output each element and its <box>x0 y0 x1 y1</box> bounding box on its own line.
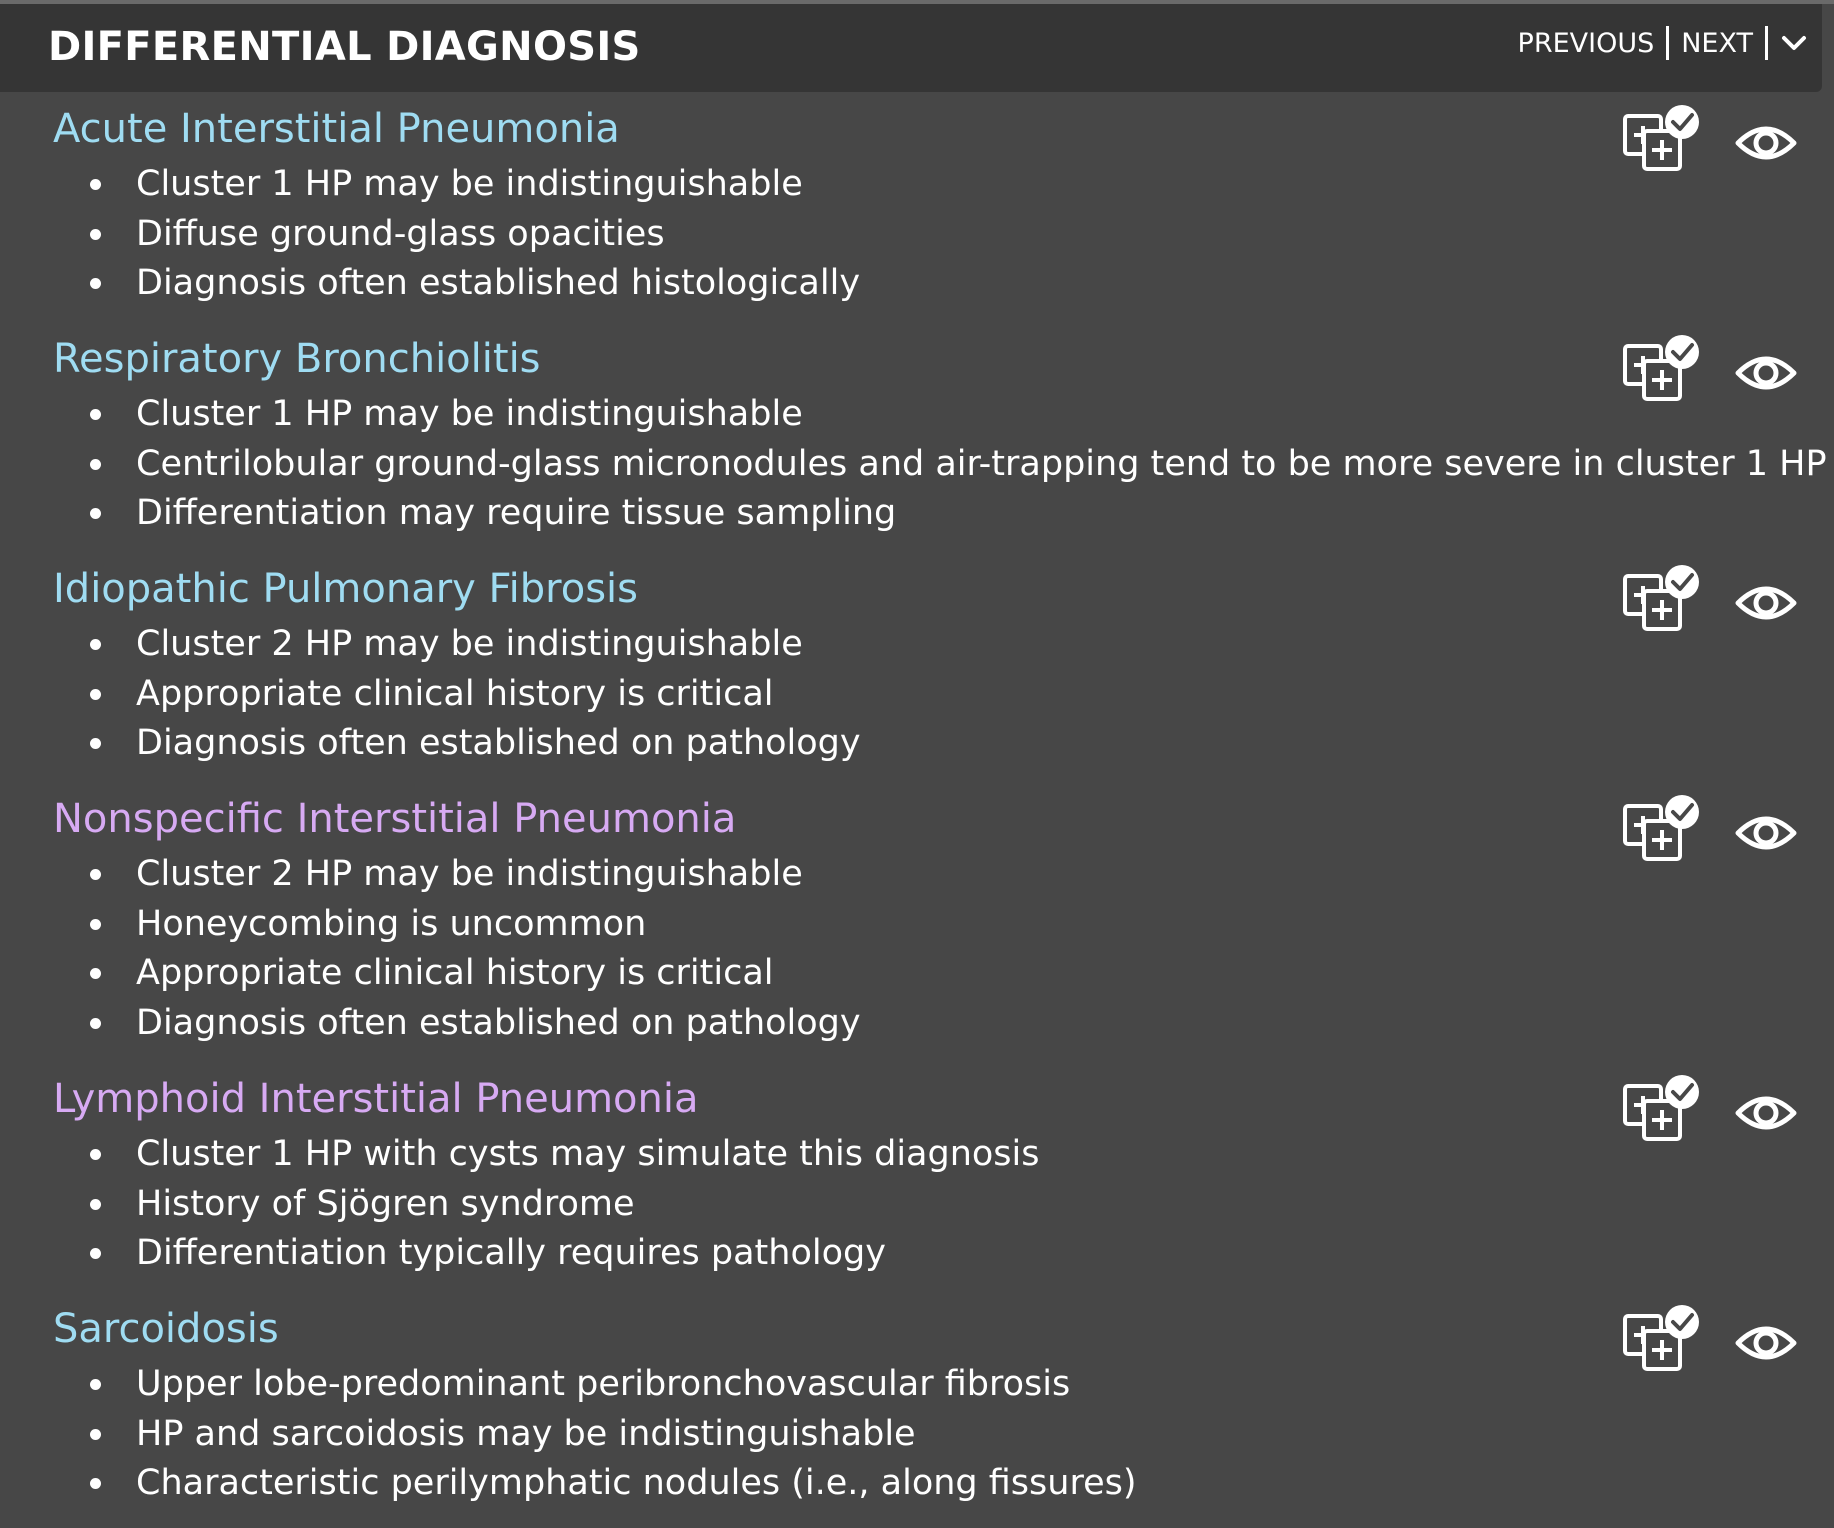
section-header: DIFFERENTIAL DIAGNOSIS PREVIOUS NEXT <box>0 4 1822 92</box>
ddx-entry: Idiopathic Pulmonary Fibrosis Cluster 2 … <box>0 554 1834 784</box>
ddx-bullet: Upper lobe-predominant peribronchovascul… <box>0 1360 1137 1410</box>
ddx-bullet: Appropriate clinical history is critical <box>0 949 861 999</box>
ddx-bullet-text: Appropriate clinical history is critical <box>136 953 774 993</box>
ddx-bullet-text: Cluster 2 HP may be indistinguishable <box>136 624 803 664</box>
bullet-dot <box>90 1478 101 1489</box>
bullet-dot <box>90 1198 101 1210</box>
bullet-dot <box>90 228 101 240</box>
ddx-bullet-text: Appropriate clinical history is critical <box>136 673 774 714</box>
ddx-bullet-list: Cluster 1 HP may be indistinguishable Ce… <box>0 390 1827 539</box>
ddx-bullet: Cluster 1 HP may be indistinguishable <box>0 160 860 210</box>
ddx-bullet: Characteristic perilymphatic nodules (i.… <box>0 1459 1137 1509</box>
ddx-compare-icon[interactable] <box>1622 104 1700 174</box>
ddx-bullet-text: Diffuse ground-glass opacities <box>136 213 665 254</box>
section-title: DIFFERENTIAL DIAGNOSIS <box>48 24 641 70</box>
differential-list: Acute Interstitial Pneumonia Cluster 1 H… <box>0 94 1834 1524</box>
bullet-dot <box>90 1017 101 1029</box>
ddx-entry: Lymphoid Interstitial Pneumonia Cluster … <box>0 1064 1834 1294</box>
ddx-compare-icon[interactable] <box>1622 1074 1700 1144</box>
bullet-dot <box>90 1149 101 1160</box>
nav-divider <box>1666 26 1670 60</box>
ddx-bullet-text: Cluster 1 HP may be indistinguishable <box>136 164 803 204</box>
ddx-compare-icon[interactable] <box>1622 564 1700 634</box>
eye-icon[interactable] <box>1735 350 1797 396</box>
bullet-dot <box>90 1428 101 1440</box>
ddx-bullet: Differentiation may require tissue sampl… <box>0 489 1827 539</box>
ddx-bullet-text: HP and sarcoidosis may be indistinguisha… <box>136 1413 916 1454</box>
ddx-bullet-text: Cluster 1 HP may be indistinguishable <box>136 394 803 434</box>
ddx-bullet: History of Sjögren syndrome <box>0 1180 1040 1230</box>
bullet-dot <box>90 458 101 470</box>
bullet-dot <box>90 738 101 749</box>
eye-icon[interactable] <box>1735 580 1797 626</box>
ddx-entry-title[interactable]: Acute Interstitial Pneumonia <box>53 106 620 152</box>
ddx-entry-title[interactable]: Respiratory Bronchiolitis <box>53 336 541 382</box>
ddx-bullet: Centrilobular ground-glass micronodules … <box>0 440 1827 490</box>
ddx-bullet-text: Differentiation typically requires patho… <box>136 1233 886 1273</box>
ddx-bullet: Diagnosis often established on pathology <box>0 999 861 1049</box>
next-link[interactable]: NEXT <box>1681 28 1753 59</box>
bullet-dot <box>90 639 101 650</box>
ddx-bullet-text: Upper lobe-predominant peribronchovascul… <box>136 1364 1071 1404</box>
ddx-entry-title[interactable]: Idiopathic Pulmonary Fibrosis <box>53 566 638 612</box>
ddx-bullet-text: Characteristic perilymphatic nodules (i.… <box>136 1463 1137 1503</box>
ddx-bullet-text: History of Sjögren syndrome <box>136 1183 635 1224</box>
ddx-entry-title[interactable]: Nonspecific Interstitial Pneumonia <box>53 796 736 842</box>
ddx-entry-title[interactable]: Sarcoidosis <box>53 1306 279 1352</box>
bullet-dot <box>90 409 101 420</box>
ddx-entry: Sarcoidosis Upper lobe-predominant perib… <box>0 1294 1834 1524</box>
eye-icon[interactable] <box>1735 810 1797 856</box>
bullet-dot <box>90 688 101 700</box>
bullet-dot <box>90 1248 101 1259</box>
ddx-entry: Nonspecific Interstitial Pneumonia Clust… <box>0 784 1834 1064</box>
ddx-compare-icon[interactable] <box>1622 334 1700 404</box>
ddx-bullet: Cluster 2 HP may be indistinguishable <box>0 850 861 900</box>
ddx-bullet-list: Upper lobe-predominant peribronchovascul… <box>0 1360 1137 1509</box>
ddx-bullet: Cluster 1 HP may be indistinguishable <box>0 390 1827 440</box>
ddx-bullet: HP and sarcoidosis may be indistinguisha… <box>0 1410 1137 1460</box>
eye-icon[interactable] <box>1735 1320 1797 1366</box>
ddx-bullet-text: Diagnosis often established histological… <box>136 263 861 303</box>
ddx-bullet-text: Cluster 2 HP may be indistinguishable <box>136 854 803 894</box>
ddx-bullet: Honeycombing is uncommon <box>0 900 861 950</box>
previous-link[interactable]: PREVIOUS <box>1518 28 1655 59</box>
ddx-entry: Acute Interstitial Pneumonia Cluster 1 H… <box>0 94 1834 324</box>
ddx-bullet-text: Centrilobular ground-glass micronodules … <box>136 443 1827 484</box>
ddx-bullet-text: Honeycombing is uncommon <box>136 903 647 944</box>
ddx-bullet: Diagnosis often established histological… <box>0 259 860 309</box>
ddx-bullet-list: Cluster 2 HP may be indistinguishable Ho… <box>0 850 861 1048</box>
nav-divider <box>1765 26 1768 60</box>
ddx-compare-icon[interactable] <box>1622 794 1700 864</box>
bullet-dot <box>90 918 101 930</box>
ddx-entry: Respiratory Bronchiolitis Cluster 1 HP m… <box>0 324 1834 554</box>
ddx-bullet: Diffuse ground-glass opacities <box>0 210 860 260</box>
ddx-bullet-text: Diagnosis often established on pathology <box>136 723 861 763</box>
ddx-compare-icon[interactable] <box>1622 1304 1700 1374</box>
ddx-bullet: Appropriate clinical history is critical <box>0 670 861 720</box>
ddx-bullet-text: Diagnosis often established on pathology <box>136 1002 861 1043</box>
ddx-bullet-list: Cluster 1 HP may be indistinguishable Di… <box>0 160 860 309</box>
ddx-bullet-list: Cluster 2 HP may be indistinguishable Ap… <box>0 620 861 769</box>
eye-icon[interactable] <box>1735 1090 1797 1136</box>
ddx-bullet-list: Cluster 1 HP with cysts may simulate thi… <box>0 1130 1040 1279</box>
bullet-dot <box>90 508 101 519</box>
ddx-bullet: Differentiation typically requires patho… <box>0 1229 1040 1279</box>
eye-icon[interactable] <box>1735 120 1797 166</box>
header-nav: PREVIOUS NEXT <box>1518 26 1808 60</box>
chevron-down-icon[interactable] <box>1780 33 1808 53</box>
ddx-bullet: Cluster 1 HP with cysts may simulate thi… <box>0 1130 1040 1180</box>
ddx-bullet-text: Differentiation may require tissue sampl… <box>136 493 897 533</box>
bullet-dot <box>90 869 101 880</box>
bullet-dot <box>90 179 101 190</box>
ddx-entry-title[interactable]: Lymphoid Interstitial Pneumonia <box>53 1076 699 1122</box>
bullet-dot <box>90 278 101 289</box>
bullet-dot <box>90 968 101 979</box>
bullet-dot <box>90 1379 101 1390</box>
ddx-bullet-text: Cluster 1 HP with cysts may simulate thi… <box>136 1134 1040 1174</box>
ddx-bullet: Diagnosis often established on pathology <box>0 719 861 769</box>
ddx-bullet: Cluster 2 HP may be indistinguishable <box>0 620 861 670</box>
